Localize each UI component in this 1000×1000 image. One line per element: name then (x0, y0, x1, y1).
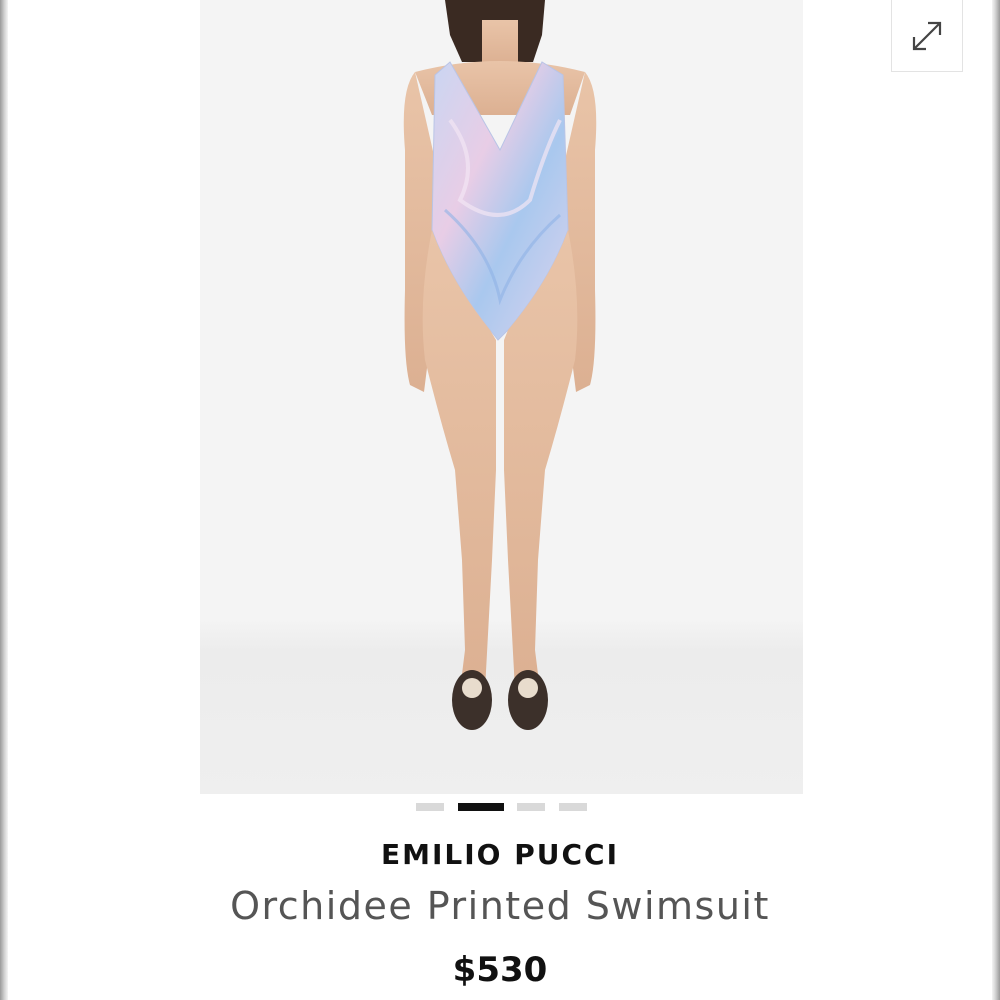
product-price: $530 (452, 950, 548, 990)
carousel-dot-4[interactable] (559, 803, 587, 811)
expand-image-button[interactable] (891, 0, 963, 72)
expand-arrows-icon (912, 21, 942, 50)
product-image[interactable] (200, 0, 803, 794)
product-title[interactable]: Orchidee Printed Swimsuit (0, 884, 1000, 928)
carousel-dot-2-active[interactable] (458, 803, 504, 811)
carousel-dot-1[interactable] (416, 803, 444, 811)
product-brand[interactable]: EMILIO PUCCI (0, 838, 1000, 871)
carousel-indicator (0, 803, 1000, 813)
carousel-dot-3[interactable] (517, 803, 545, 811)
product-page: EMILIO PUCCI Orchidee Printed Swimsuit $… (0, 0, 1000, 1000)
model-photo-illustration (403, 0, 597, 730)
